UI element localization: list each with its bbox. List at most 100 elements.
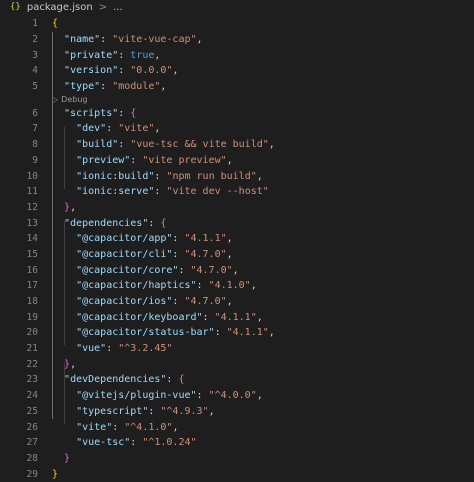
json-key: "version": [64, 65, 119, 77]
line-number: 11: [26, 186, 38, 198]
code-line: 28 }: [0, 451, 474, 467]
json-value: "^4.9.3": [160, 405, 209, 417]
code-line: 4 "version": "0.0.0",: [0, 63, 474, 79]
json-key: "devDependencies": [64, 374, 167, 386]
json-value: "^3.2.45": [118, 343, 173, 355]
breadcrumb-file[interactable]: package.json: [27, 2, 93, 13]
json-key: "vue-tsc": [76, 437, 131, 449]
code-line: 21 "vue": "^3.2.45": [0, 341, 474, 357]
json-key: "ionic:serve": [76, 186, 155, 198]
json-key: "typescript": [76, 405, 149, 417]
code-line: 10 "ionic:build": "npm run build",: [0, 168, 474, 184]
json-key: "build": [76, 139, 119, 151]
code-line: 20 "@capacitor/status-bar": "4.1.1",: [0, 325, 474, 341]
json-key: "type": [64, 81, 101, 93]
json-key: "@capacitor/core": [76, 264, 179, 276]
indent-guide: [64, 127, 65, 189]
close-brace: }: [52, 468, 59, 480]
json-value: "^4.0.0": [208, 390, 257, 402]
code-line: 3 "private": true,: [0, 47, 474, 63]
code-line: 14 "@capacitor/app": "4.1.1",: [0, 231, 474, 247]
line-number: 19: [26, 311, 38, 323]
chevron-right-icon: >: [98, 1, 108, 13]
line-number: 7: [32, 123, 38, 135]
json-value: "4.1.1": [214, 311, 257, 323]
line-number: 8: [32, 139, 38, 151]
code-line: 16 "@capacitor/core": "4.7.0",: [0, 262, 474, 278]
json-value: "^1.0.24": [142, 437, 197, 449]
json-key: "@capacitor/status-bar": [76, 327, 215, 339]
line-number: 27: [26, 437, 38, 449]
line-number: 10: [26, 170, 38, 182]
json-key: "@capacitor/keyboard": [76, 311, 203, 323]
line-number: 14: [26, 233, 38, 245]
debug-codelens-label: Debug: [61, 95, 88, 105]
json-key: "dev": [76, 123, 107, 135]
json-key: "@capacitor/haptics": [76, 280, 197, 292]
code-line: 7 "dev": "vite",: [0, 121, 474, 137]
json-key: "preview": [76, 154, 131, 166]
line-number: 2: [32, 34, 38, 46]
line-number: 17: [26, 280, 38, 292]
line-number: 23: [26, 374, 38, 386]
code-line: 6 "scripts": {: [0, 105, 474, 121]
json-key: "dependencies": [64, 217, 149, 229]
line-number: 25: [26, 405, 38, 417]
json-value: "module": [112, 81, 161, 93]
line-number: 20: [26, 327, 38, 339]
line-number: 5: [32, 81, 38, 93]
json-key: "vue": [76, 343, 107, 355]
line-number: 3: [32, 49, 38, 61]
json-value: "4.1.1": [184, 233, 227, 245]
indent-guide: [52, 32, 53, 419]
code-line: 5 "type": "module",: [0, 79, 474, 95]
json-value: true: [130, 49, 155, 61]
code-line: 8 "build": "vue-tsc && vite build",: [0, 137, 474, 153]
line-number: 9: [32, 154, 38, 166]
code-editor[interactable]: 1 { 2 "name": "vite-vue-cap", 3 "private…: [0, 14, 474, 482]
json-value: "4.7.0": [184, 296, 227, 308]
indent-guide: [64, 221, 65, 345]
line-number: 28: [26, 452, 38, 464]
line-number: 16: [26, 264, 38, 276]
breadcrumb-more[interactable]: ...: [113, 2, 123, 13]
json-key: "private": [64, 49, 119, 61]
line-number: 21: [26, 343, 38, 355]
line-number: 12: [26, 201, 38, 213]
json-value: "^4.1.0": [124, 421, 173, 433]
code-line: 11 "ionic:serve": "vite dev --host": [0, 184, 474, 200]
json-value: "4.1.0": [208, 280, 251, 292]
breadcrumb: {} package.json > ...: [0, 0, 474, 14]
code-line: 26 "vite": "^4.1.0",: [0, 419, 474, 435]
code-line: 2 "name": "vite-vue-cap",: [0, 32, 474, 48]
code-line: 25 "typescript": "^4.9.3",: [0, 404, 474, 420]
json-key: "@capacitor/app": [76, 233, 173, 245]
line-number: 1: [32, 18, 38, 30]
line-number: 29: [26, 468, 38, 480]
line-number: 22: [26, 358, 38, 370]
code-line: 22 },: [0, 356, 474, 372]
json-value: "npm run build": [166, 170, 257, 182]
json-value: "vite-vue-cap": [112, 34, 197, 46]
json-value: "4.1.1": [226, 327, 269, 339]
line-number: 6: [32, 107, 38, 119]
json-value: "vite dev --host": [166, 186, 269, 198]
code-line: 12 },: [0, 200, 474, 216]
code-line: 19 "@capacitor/keyboard": "4.1.1",: [0, 309, 474, 325]
line-number: 13: [26, 217, 38, 229]
code-line: 15 "@capacitor/cli": "4.7.0",: [0, 247, 474, 263]
json-key: "scripts": [64, 107, 119, 119]
json-value: "vue-tsc && vite build": [130, 139, 269, 151]
code-line: 13 "dependencies": {: [0, 215, 474, 231]
json-value: "4.7.0": [190, 264, 233, 276]
code-line: 29 }: [0, 466, 474, 482]
indent-guide: [64, 362, 65, 424]
json-key: "vite": [76, 421, 113, 433]
json-value: "4.7.0": [184, 248, 227, 260]
json-value: "0.0.0": [130, 65, 173, 77]
open-brace: {: [52, 18, 59, 30]
code-line: 9 "preview": "vite preview",: [0, 153, 474, 169]
json-key: "@capacitor/ios": [76, 296, 173, 308]
code-line: 1 {: [0, 16, 474, 32]
debug-codelens[interactable]: ▷ Debug: [0, 94, 474, 105]
